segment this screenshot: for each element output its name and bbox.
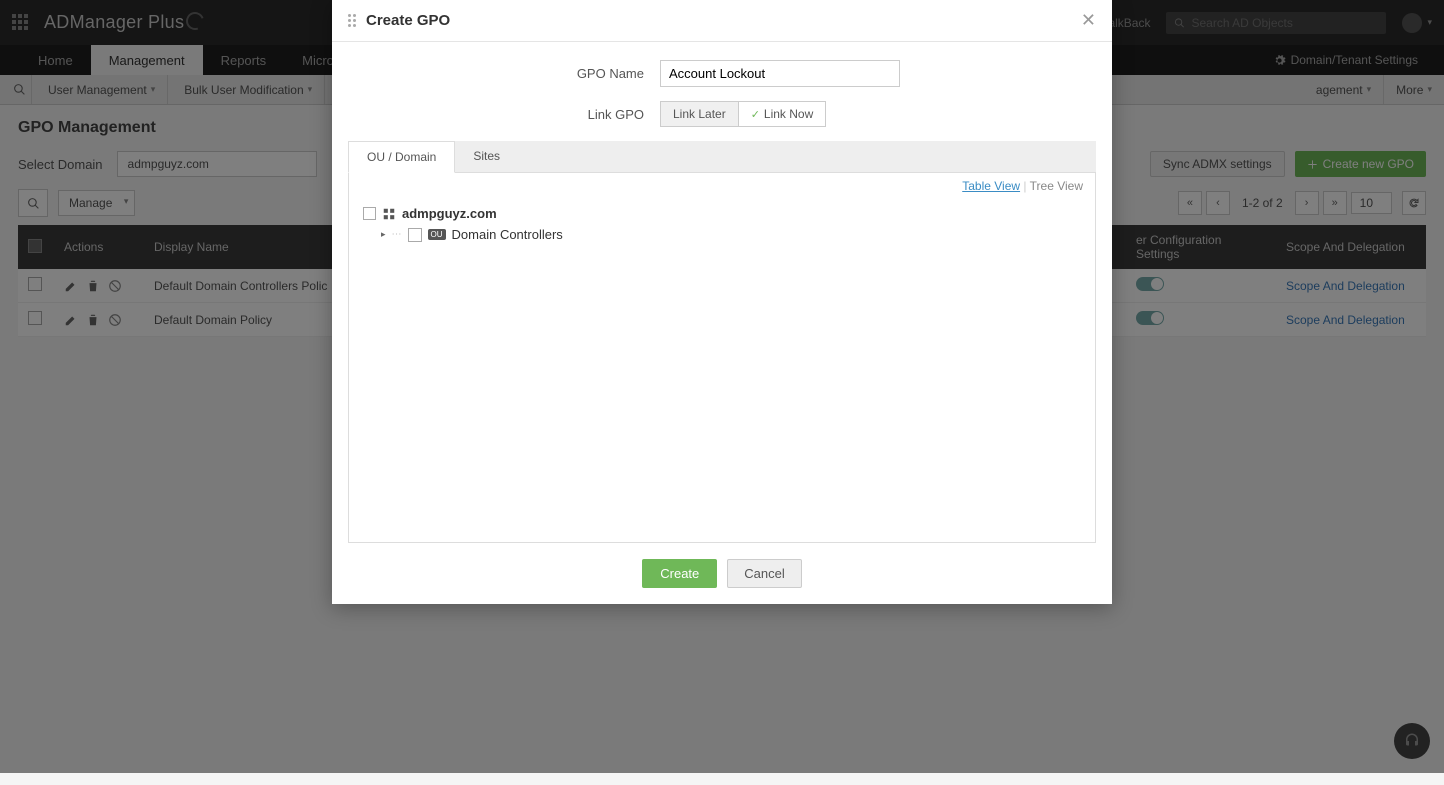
tree-root-label: admpguyz.com [402,206,497,221]
gpo-name-label: GPO Name [340,66,660,81]
close-icon[interactable]: ✕ [1081,10,1096,31]
gpo-name-input[interactable] [660,60,900,87]
drag-handle-icon[interactable] [348,14,356,27]
create-button[interactable]: Create [642,559,717,588]
tree-view-link[interactable]: Tree View [1030,179,1083,193]
tree-child[interactable]: ▸ ⋯ OU Domain Controllers [381,224,1081,245]
expand-icon[interactable]: ▸ [381,229,386,240]
tree-root-checkbox[interactable] [363,207,376,220]
link-gpo-label: Link GPO [340,107,660,122]
cancel-button[interactable]: Cancel [727,559,801,588]
tab-ou-domain[interactable]: OU / Domain [348,141,455,173]
tree-child-label: Domain Controllers [452,227,563,242]
check-icon: ✓ [751,108,760,121]
tree-root[interactable]: admpguyz.com [363,203,1081,224]
modal-title: Create GPO [366,12,450,29]
ou-icon: OU [428,229,446,240]
tree-child-checkbox[interactable] [408,228,422,242]
domain-icon [382,207,396,221]
create-gpo-modal: Create GPO ✕ GPO Name Link GPO Link Late… [332,0,1112,604]
tab-sites[interactable]: Sites [455,141,518,172]
link-now-button[interactable]: ✓ Link Now [738,101,827,127]
table-view-link[interactable]: Table View [962,179,1020,193]
link-later-button[interactable]: Link Later [660,101,738,127]
